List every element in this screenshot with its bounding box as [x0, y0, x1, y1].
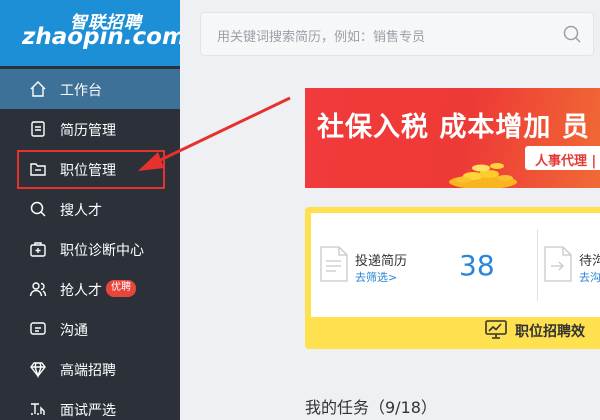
resume-search-bar[interactable]: 用关键词搜索简历，例如：销售专员 — [200, 12, 594, 56]
banner-tag-text: 人事代理 | — [535, 154, 597, 169]
sidebar-item-label: 简历管理 — [60, 123, 116, 139]
resume-document-icon — [320, 246, 348, 282]
annotation-highlight-box — [17, 150, 165, 189]
gold-coins-illustration — [449, 163, 517, 188]
sidebar-item-label: 抢人才 — [60, 283, 102, 299]
pending-document-icon — [544, 246, 572, 282]
zhaopin-logo[interactable]: 智联招聘 zhaopin.com — [0, 0, 180, 66]
logo-english-text: zhaopin.com — [22, 24, 180, 50]
youpin-badge: 优聘 — [106, 280, 136, 297]
chat-icon — [28, 319, 48, 339]
search-placeholder: 用关键词搜索简历，例如：销售专员 — [217, 30, 426, 45]
job-stats-card: 投递简历 去筛选> 38 待沟 去沟 职位招聘效 — [305, 207, 600, 349]
users-icon — [28, 279, 48, 299]
go-communicate-link[interactable]: 去沟 — [579, 269, 600, 285]
promo-banner[interactable]: 社保入税 成本增加 员 人事代理 | — [305, 88, 600, 188]
sidebar-item-label: 搜人才 — [60, 203, 102, 219]
pending-communication-label: 待沟 — [579, 254, 600, 269]
sidebar-item-grab-talent[interactable]: 抢人才 优聘 — [0, 269, 180, 309]
interview-icon — [28, 399, 48, 419]
sidebar-item-communication[interactable]: 沟通 — [0, 309, 180, 349]
medical-kit-icon — [28, 239, 48, 259]
search-icon — [28, 199, 48, 219]
delivered-resumes-label: 投递简历 — [355, 254, 408, 269]
sidebar-item-label: 高端招聘 — [60, 363, 116, 379]
delivered-resumes-count[interactable]: 38 — [459, 249, 495, 282]
document-icon — [28, 119, 48, 139]
sidebar-item-premium-recruitment[interactable]: 高端招聘 — [0, 349, 180, 389]
my-tasks-title: 我的任务（9/18） — [305, 398, 437, 417]
stats-panel: 投递简历 去筛选> 38 待沟 去沟 — [311, 213, 600, 317]
sidebar-item-label: 沟通 — [60, 323, 88, 339]
stats-divider — [537, 229, 538, 301]
go-screen-link[interactable]: 去筛选> — [355, 269, 397, 285]
home-icon — [28, 79, 48, 99]
sidebar-item-interview-selection[interactable]: 面试严选 — [0, 389, 180, 420]
sidebar-item-resume-management[interactable]: 简历管理 — [0, 109, 180, 149]
sidebar-item-search-talent[interactable]: 搜人才 — [0, 189, 180, 229]
banner-tag: 人事代理 | — [525, 146, 600, 170]
job-recruitment-effect-title[interactable]: 职位招聘效 — [515, 321, 585, 341]
monitor-chart-icon — [485, 320, 507, 339]
sidebar-item-label: 面试严选 — [60, 403, 116, 419]
sidebar-item-label: 职位诊断中心 — [60, 243, 144, 259]
sidebar-item-job-diagnosis[interactable]: 职位诊断中心 — [0, 229, 180, 269]
sidebar: 智联招聘 zhaopin.com 工作台 简历管理 职位管理 搜人才 职位诊断中… — [0, 0, 180, 420]
search-icon[interactable] — [561, 23, 583, 45]
sidebar-item-label: 工作台 — [60, 83, 102, 99]
diamond-icon — [28, 359, 48, 379]
sidebar-item-workbench[interactable]: 工作台 — [0, 69, 180, 109]
